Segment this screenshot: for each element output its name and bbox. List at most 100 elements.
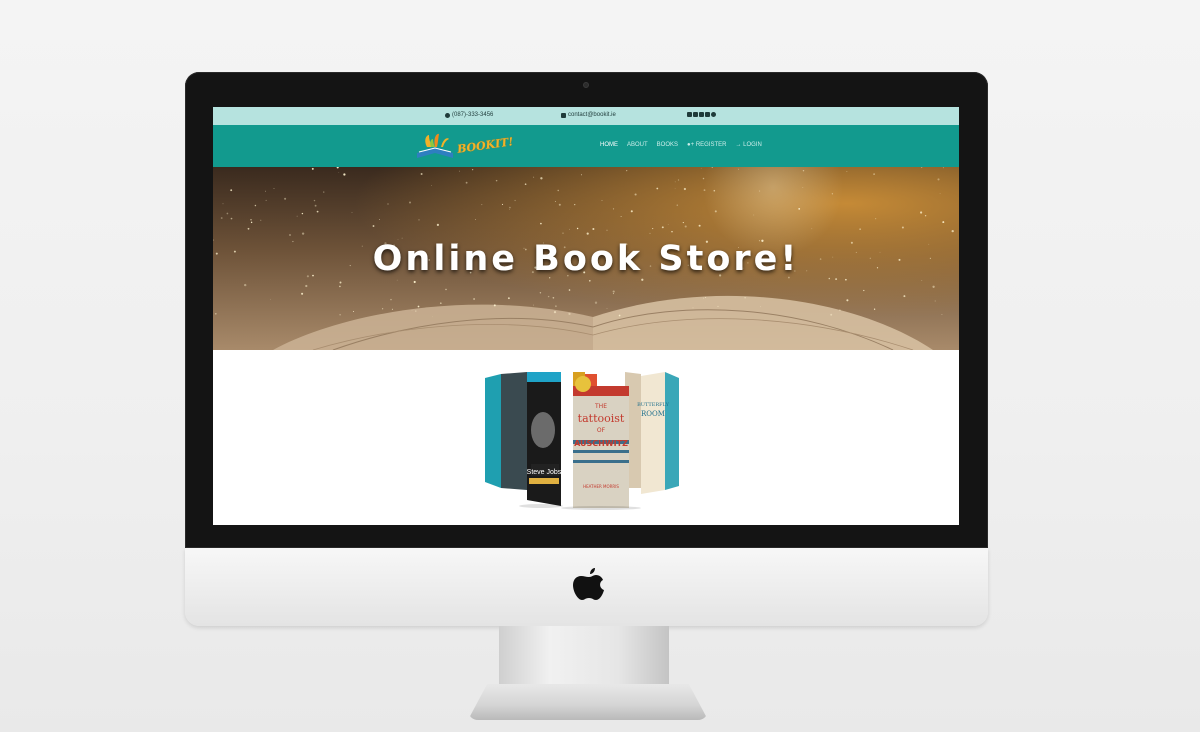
apple-logo-icon: [573, 568, 604, 600]
facebook-icon[interactable]: [693, 112, 698, 117]
sparkle: [226, 212, 229, 215]
sparkle: [540, 222, 542, 225]
phone-number: (087)-333-3456: [452, 112, 494, 118]
sparkle: [606, 308, 608, 309]
sparkle: [493, 304, 496, 307]
imac-stand: [499, 626, 669, 686]
sparkle: [390, 298, 392, 301]
sparkle: [649, 232, 651, 234]
sparkle: [859, 228, 861, 230]
sparkle: [475, 219, 476, 220]
sparkle: [700, 167, 702, 169]
email-address: contact@bookit.ie: [568, 112, 616, 118]
nav-register[interactable]: ●+ REGISTER: [687, 142, 726, 148]
sparkle: [409, 201, 411, 204]
sparkle: [924, 215, 927, 217]
featured-books-image[interactable]: Steve Jobs THE tattooist OF AUSCHWITZ HE…: [481, 370, 691, 510]
tattooist-cover-author: HEATHER MORRIS: [583, 484, 619, 489]
featured-books-section: Steve Jobs THE tattooist OF AUSCHWITZ HE…: [213, 350, 959, 525]
sparkle: [413, 280, 416, 284]
sparkle: [744, 297, 746, 299]
sparkle: [586, 232, 589, 235]
sparkle: [574, 203, 576, 206]
sparkle: [839, 309, 841, 311]
sparkle: [284, 197, 287, 200]
sparkle: [661, 226, 664, 229]
sparkle: [265, 199, 267, 201]
sparkle: [501, 203, 504, 205]
sparkle: [937, 178, 940, 181]
sparkle: [265, 190, 266, 192]
twitter-icon[interactable]: [687, 112, 692, 117]
sparkle: [618, 314, 621, 317]
nav-login[interactable]: → LOGIN: [736, 142, 762, 148]
steve-jobs-cover-title: Steve Jobs: [527, 469, 562, 476]
sparkle: [539, 292, 542, 294]
instagram-icon[interactable]: [705, 112, 710, 117]
sparkle: [391, 308, 393, 310]
sparkle: [606, 229, 608, 231]
phone-icon: [445, 112, 450, 118]
tattooist-cover-auschwitz: AUSCHWITZ: [574, 439, 628, 448]
sign-in-icon: →: [735, 142, 742, 148]
linkedin-icon[interactable]: [699, 112, 704, 117]
sparkle: [343, 173, 346, 176]
sparkle: [336, 167, 339, 169]
sparkle: [951, 229, 954, 233]
sparkle: [846, 171, 848, 173]
sparkle: [830, 313, 833, 316]
imac-chin: [185, 548, 988, 626]
sparkle: [588, 279, 591, 282]
phone-contact[interactable]: (087)-333-3456: [445, 112, 493, 118]
sparkle: [381, 308, 384, 310]
sparkle: [254, 204, 257, 207]
sparkle: [873, 308, 876, 310]
sparkle: [932, 285, 935, 288]
sparkle: [705, 296, 707, 298]
sparkle: [568, 289, 571, 291]
sparkle: [921, 280, 923, 281]
sparkle: [230, 189, 233, 192]
user-plus-icon: ●+: [687, 142, 695, 148]
sparkle: [379, 219, 380, 220]
sparkle: [692, 307, 694, 309]
sparkle: [875, 218, 877, 220]
tattooist-cover-title: tattooist: [578, 412, 625, 425]
sparkle: [296, 215, 298, 217]
sparkle: [445, 288, 447, 291]
sparkle: [846, 299, 849, 302]
sparkle: [222, 203, 224, 205]
sparkle: [250, 221, 253, 224]
sparkle: [396, 279, 398, 281]
home-icon: [561, 112, 566, 118]
nav-register-label: REGISTER: [695, 142, 727, 148]
sparkle: [387, 203, 389, 205]
pinterest-icon[interactable]: [711, 112, 716, 117]
sparkle: [436, 223, 440, 227]
sparkle: [674, 188, 676, 189]
sparkle: [289, 234, 291, 236]
sparkle: [339, 285, 341, 288]
nav-home[interactable]: HOME: [600, 142, 618, 148]
sparkle: [674, 181, 676, 183]
sparkle: [562, 232, 564, 234]
sparkle: [901, 226, 904, 229]
imac-stand-foot: [468, 684, 708, 720]
sparkle: [630, 210, 633, 213]
sparkle: [301, 212, 304, 215]
sparkle: [553, 311, 557, 314]
sparkle: [270, 298, 271, 300]
email-contact[interactable]: contact@bookit.ie: [561, 112, 616, 118]
sparkle: [634, 193, 637, 196]
sparkle: [612, 293, 614, 295]
sparkle: [569, 228, 570, 230]
nav-books[interactable]: BOOKS: [657, 142, 678, 148]
sparkle: [250, 219, 252, 221]
sparkle: [921, 167, 923, 168]
camera-icon: [583, 82, 589, 88]
sparkle: [671, 230, 673, 233]
sparkle: [507, 297, 510, 300]
nav-about[interactable]: ABOUT: [627, 142, 648, 148]
sparkle: [863, 289, 865, 292]
sparkle: [260, 219, 262, 221]
